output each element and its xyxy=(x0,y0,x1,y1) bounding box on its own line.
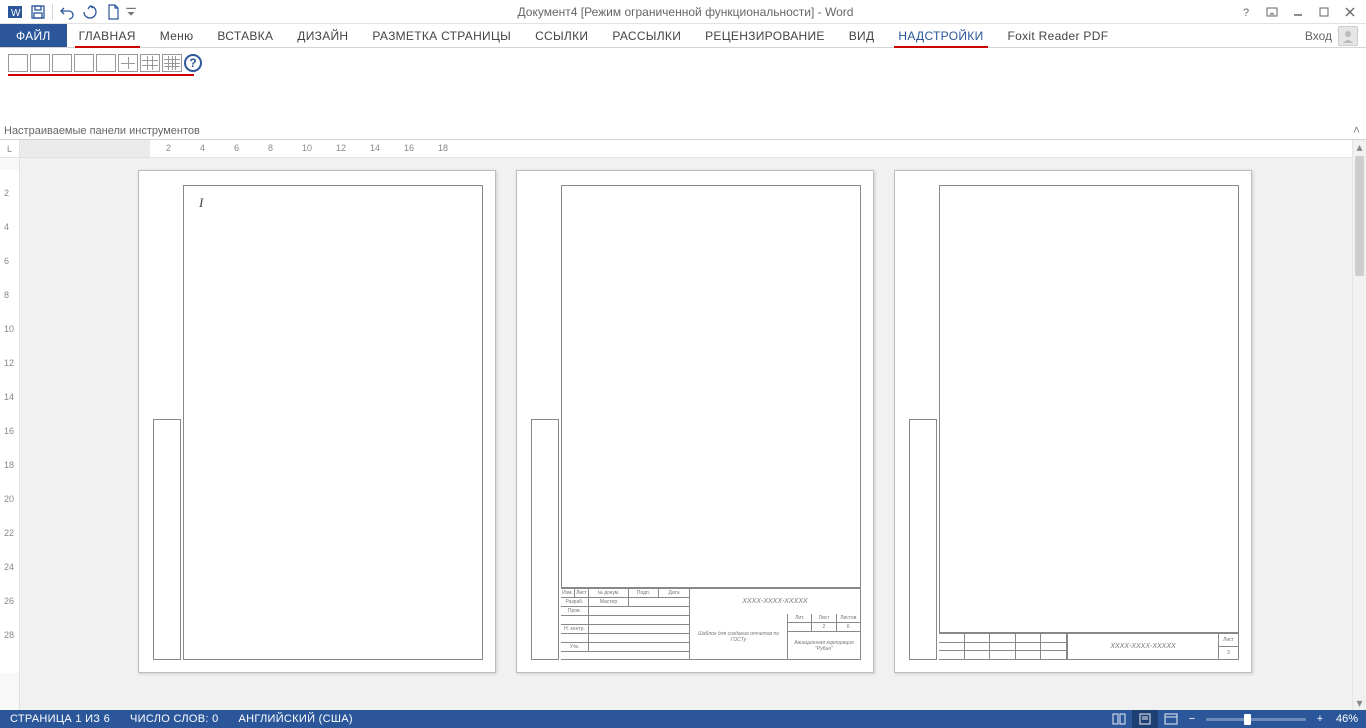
view-read-mode-icon[interactable] xyxy=(1106,710,1132,728)
tab-file[interactable]: ФАЙЛ xyxy=(0,24,67,47)
view-web-layout-icon[interactable] xyxy=(1158,710,1184,728)
scroll-up-icon[interactable]: ▴ xyxy=(1353,140,1366,154)
page-3[interactable]: XXXX-XXXX-XXXXX Лист3 xyxy=(894,170,1252,673)
redo-icon[interactable] xyxy=(79,2,101,22)
addin-toolbar: ? xyxy=(0,48,1366,74)
svg-text:?: ? xyxy=(1243,7,1249,18)
quick-access-toolbar: W xyxy=(0,2,137,22)
scroll-down-icon[interactable]: ▾ xyxy=(1353,696,1366,710)
frame-tool-6[interactable] xyxy=(118,54,138,72)
collapse-ribbon-icon[interactable]: ˄ xyxy=(1353,123,1360,137)
tab-references[interactable]: ССЫЛКИ xyxy=(523,24,600,47)
zoom-in-button[interactable]: + xyxy=(1312,713,1328,725)
qat-customize-dropdown[interactable] xyxy=(125,2,137,22)
frame-tool-3[interactable] xyxy=(52,54,72,72)
vertical-scrollbar[interactable]: ▴ ▾ xyxy=(1352,140,1366,710)
scrollbar-thumb[interactable] xyxy=(1355,156,1364,276)
ribbon-display-options-icon[interactable] xyxy=(1260,2,1284,22)
ribbon-group-label: Настраиваемые панели инструментов xyxy=(4,125,200,137)
close-icon[interactable] xyxy=(1338,2,1362,22)
avatar-icon xyxy=(1338,26,1358,46)
tab-selector[interactable]: L xyxy=(0,140,20,158)
status-bar: СТРАНИЦА 1 ИЗ 6 ЧИСЛО СЛОВ: 0 АНГЛИЙСКИЙ… xyxy=(0,710,1366,728)
frame-tool-5[interactable] xyxy=(96,54,116,72)
tab-home[interactable]: ГЛАВНАЯ xyxy=(67,24,148,47)
addin-help-icon[interactable]: ? xyxy=(184,54,202,72)
page-2[interactable]: Изм.Лист№ докум.Подп.Дата Разраб.Мастер … xyxy=(516,170,874,673)
status-language[interactable]: АНГЛИЙСКИЙ (США) xyxy=(228,713,362,725)
view-print-layout-icon[interactable] xyxy=(1132,710,1158,728)
svg-text:W: W xyxy=(11,8,21,19)
new-doc-icon[interactable] xyxy=(102,2,124,22)
window-title: Документ4 [Режим ограниченной функционал… xyxy=(137,5,1234,19)
tab-page-layout[interactable]: РАЗМЕТКА СТРАНИЦЫ xyxy=(360,24,523,47)
tab-view[interactable]: ВИД xyxy=(837,24,887,47)
gost-title-block: Изм.Лист№ докум.Подп.Дата Разраб.Мастер … xyxy=(561,588,861,660)
zoom-out-button[interactable]: − xyxy=(1184,713,1200,725)
tab-foxit[interactable]: Foxit Reader PDF xyxy=(996,24,1121,47)
word-app-icon[interactable]: W xyxy=(4,2,26,22)
tab-mailings[interactable]: РАССЫЛКИ xyxy=(600,24,693,47)
zoom-percentage[interactable]: 46% xyxy=(1328,713,1366,725)
maximize-icon[interactable] xyxy=(1312,2,1336,22)
help-icon[interactable]: ? xyxy=(1234,2,1258,22)
tab-menu[interactable]: Меню xyxy=(148,24,206,47)
tab-addins[interactable]: НАДСТРОЙКИ xyxy=(886,24,995,47)
status-page[interactable]: СТРАНИЦА 1 ИЗ 6 xyxy=(0,713,120,725)
document-area[interactable]: I Изм.Лист№ докум.Подп.Дата Разраб.Масте… xyxy=(20,158,1352,710)
frame-tool-4[interactable] xyxy=(74,54,94,72)
vertical-ruler[interactable]: 2 4 6 8 10 12 14 16 18 20 22 24 26 28 xyxy=(0,158,20,710)
text-cursor: I xyxy=(199,195,203,211)
addin-toolbar-underline xyxy=(8,74,194,76)
undo-icon[interactable] xyxy=(56,2,78,22)
horizontal-ruler[interactable]: L 2 4 6 8 10 12 14 16 18 xyxy=(0,140,1366,158)
window-controls: ? xyxy=(1234,2,1366,22)
frame-tool-7[interactable] xyxy=(140,54,160,72)
gost-title-block-small: XXXX-XXXX-XXXXX Лист3 xyxy=(939,633,1239,660)
document-canvas: 2 4 6 8 10 12 14 16 18 20 22 24 26 28 I xyxy=(0,158,1352,710)
title-bar: W Документ4 [Режим ограниченной функцион… xyxy=(0,0,1366,24)
frame-tool-1[interactable] xyxy=(8,54,28,72)
sign-in-label: Вход xyxy=(1305,29,1332,43)
tab-review[interactable]: РЕЦЕНЗИРОВАНИЕ xyxy=(693,24,837,47)
status-word-count[interactable]: ЧИСЛО СЛОВ: 0 xyxy=(120,713,228,725)
zoom-slider-handle[interactable] xyxy=(1244,714,1251,725)
frame-tool-8[interactable] xyxy=(162,54,182,72)
save-icon[interactable] xyxy=(27,2,49,22)
minimize-icon[interactable] xyxy=(1286,2,1310,22)
ribbon-body: ? Настраиваемые панели инструментов ˄ xyxy=(0,48,1366,140)
tab-design[interactable]: ДИЗАЙН xyxy=(285,24,360,47)
frame-tool-2[interactable] xyxy=(30,54,50,72)
tab-insert[interactable]: ВСТАВКА xyxy=(205,24,285,47)
page-1[interactable]: I xyxy=(138,170,496,673)
ribbon-tabs: ФАЙЛ ГЛАВНАЯ Меню ВСТАВКА ДИЗАЙН РАЗМЕТК… xyxy=(0,24,1366,48)
sign-in[interactable]: Вход xyxy=(1297,24,1366,47)
zoom-slider[interactable] xyxy=(1206,718,1306,721)
